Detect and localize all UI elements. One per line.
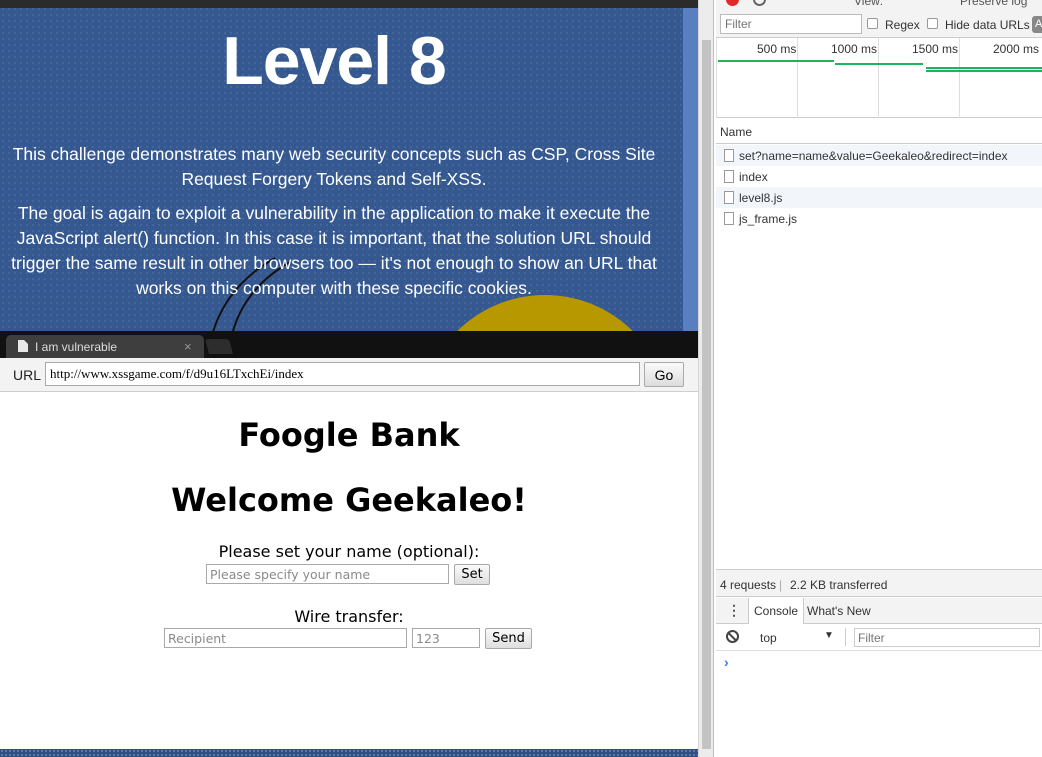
- hide-data-urls-checkbox[interactable]: [927, 18, 938, 29]
- go-button[interactable]: Go: [644, 362, 684, 387]
- amount-input[interactable]: [412, 628, 480, 648]
- record-icon[interactable]: [726, 0, 739, 6]
- devtools-panel: View: Preserve log Regex Hide data URLs …: [716, 0, 1042, 757]
- clear-icon[interactable]: [753, 0, 766, 6]
- waterfall-bar: [926, 70, 1042, 72]
- request-name: js_frame.js: [739, 212, 798, 226]
- document-icon: [18, 340, 28, 352]
- toolbar-divider: [845, 628, 846, 646]
- view-label: View:: [854, 0, 884, 8]
- close-icon[interactable]: ×: [184, 339, 192, 354]
- hide-data-urls-label: Hide data URLs: [945, 18, 1030, 32]
- new-tab-button[interactable]: [204, 339, 234, 354]
- request-name: index: [739, 170, 768, 184]
- tab-title: I am vulnerable: [35, 340, 118, 354]
- request-name: set?name=name&value=Geekaleo&redirect=in…: [739, 149, 1008, 163]
- chevron-down-icon[interactable]: ▼: [824, 630, 834, 641]
- request-row[interactable]: index: [716, 166, 1042, 187]
- name-header-label: Name: [720, 125, 753, 139]
- timeline-gridline: [797, 38, 798, 118]
- timeline-gridline: [878, 38, 879, 118]
- document-icon: [724, 170, 734, 183]
- url-input[interactable]: [45, 362, 640, 386]
- challenge-description: This challenge demonstrates many web sec…: [12, 144, 656, 189]
- document-icon: [724, 191, 734, 204]
- regex-checkbox[interactable]: [867, 18, 878, 29]
- console-prompt-icon[interactable]: ›: [724, 654, 729, 670]
- url-label: URL: [13, 367, 42, 383]
- tab-console[interactable]: Console: [748, 598, 805, 624]
- waterfall-bar: [835, 63, 923, 65]
- name-label: Please set your name (optional):: [218, 542, 480, 561]
- tab-whats-new[interactable]: What's New: [807, 604, 871, 618]
- inner-tab-bar: I am vulnerable ×: [0, 331, 698, 358]
- page-scrollbar[interactable]: [698, 0, 714, 757]
- page-bottom-strip: [0, 749, 698, 757]
- name-input[interactable]: [206, 564, 449, 584]
- request-row[interactable]: js_frame.js: [716, 208, 1042, 229]
- all-filter-button[interactable]: A: [1032, 16, 1042, 33]
- inner-url-bar: URL Go: [0, 358, 698, 392]
- welcome-heading: Welcome Geekaleo!: [171, 481, 527, 519]
- bank-title: Foogle Bank: [238, 416, 460, 454]
- network-summary-bar: 4 requests | 2.2 KB transferred: [716, 569, 1042, 597]
- timeline-gridline: [716, 38, 717, 118]
- wire-transfer-label: Wire transfer:: [294, 607, 404, 626]
- request-row[interactable]: set?name=name&value=Geekaleo&redirect=in…: [716, 145, 1042, 166]
- waterfall-bar: [718, 60, 834, 62]
- timeline-label: 2000 ms: [993, 42, 1040, 56]
- level-title: Level 8: [222, 23, 447, 99]
- scrollbar-thumb[interactable]: [702, 40, 711, 749]
- request-row[interactable]: level8.js: [716, 187, 1042, 208]
- console-filter-input[interactable]: [854, 628, 1040, 647]
- send-button[interactable]: Send: [485, 628, 532, 649]
- summary-separator: |: [779, 578, 783, 592]
- preserve-log-label[interactable]: Preserve log: [960, 0, 1027, 8]
- bank-page: Foogle Bank Welcome Geekaleo! Please set…: [0, 392, 698, 749]
- set-button[interactable]: Set: [454, 564, 490, 585]
- network-toolbar: View: Preserve log: [716, 0, 1042, 10]
- waterfall-bar: [926, 67, 1042, 69]
- request-count: 4 requests: [720, 578, 777, 592]
- console-filter-bar: top ▼: [716, 625, 1042, 651]
- drawer-tab-bar: ⋮ Console What's New: [716, 598, 1042, 624]
- goal-description: The goal is again to exploit a vulnerabi…: [11, 203, 657, 298]
- network-overview-timeline[interactable]: 500 ms 1000 ms 1500 ms 2000 ms: [716, 38, 1042, 118]
- clear-console-icon[interactable]: [726, 630, 739, 643]
- request-name: level8.js: [739, 191, 783, 205]
- timeline-label: 500 ms: [757, 42, 797, 56]
- timeline-label: 1500 ms: [912, 42, 959, 56]
- game-page: Level 8 This challenge demonstrates many…: [0, 0, 698, 757]
- document-icon: [724, 212, 734, 225]
- regex-label: Regex: [885, 18, 920, 32]
- inner-tab[interactable]: I am vulnerable ×: [6, 335, 204, 358]
- timeline-gridline: [959, 38, 960, 118]
- transferred-size: 2.2 KB transferred: [790, 578, 888, 592]
- recipient-input[interactable]: [164, 628, 407, 648]
- more-options-icon[interactable]: ⋮: [727, 602, 741, 619]
- network-filter-bar: Regex Hide data URLs A: [716, 10, 1042, 38]
- document-icon: [724, 149, 734, 162]
- timeline-label: 1000 ms: [831, 42, 878, 56]
- network-filter-input[interactable]: [720, 14, 862, 34]
- name-column-header[interactable]: Name: [716, 119, 1042, 144]
